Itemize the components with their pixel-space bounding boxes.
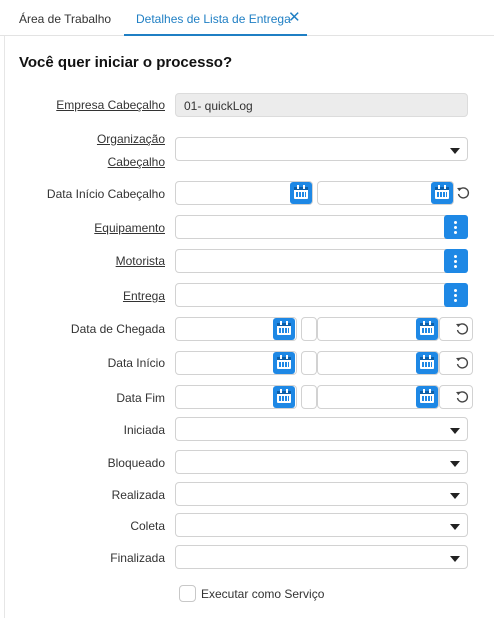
bloqueado-label: Bloqueado <box>107 456 165 470</box>
more-vertical-icon[interactable] <box>444 215 468 239</box>
data-inicio-cabecalho-label: Data Início Cabeçalho <box>46 187 165 201</box>
tab-label: Detalhes de Lista de Entrega <box>136 12 291 26</box>
data-fim-label: Data Fim <box>116 391 165 405</box>
motorista-field[interactable] <box>175 249 468 273</box>
finalizada-select[interactable] <box>175 545 468 569</box>
calendar-icon[interactable] <box>416 352 438 374</box>
chevron-down-icon <box>450 148 460 154</box>
calendar-icon[interactable] <box>273 318 295 340</box>
empresa-cabecalho-label[interactable]: Empresa Cabeçalho <box>56 98 165 112</box>
data-fim-separator <box>301 385 317 409</box>
finalizada-label: Finalizada <box>110 551 165 565</box>
data-inicio-separator <box>301 351 317 375</box>
motorista-label[interactable]: Motorista <box>116 254 165 268</box>
chevron-down-icon <box>450 461 460 467</box>
tab-detalhes-lista-entrega[interactable]: Detalhes de Lista de Entrega ✕ <box>124 0 307 36</box>
reset-icon[interactable] <box>455 390 469 404</box>
chevron-down-icon <box>450 556 460 562</box>
bloqueado-select[interactable] <box>175 450 468 474</box>
equipamento-field[interactable] <box>175 215 468 239</box>
calendar-icon[interactable] <box>290 182 312 204</box>
coleta-select[interactable] <box>175 513 468 537</box>
calendar-icon[interactable] <box>273 352 295 374</box>
equipamento-label[interactable]: Equipamento <box>94 221 165 235</box>
empresa-cabecalho-value: 01- quickLog <box>184 99 253 113</box>
tab-bar: Área de Trabalho Detalhes de Lista de En… <box>0 0 494 36</box>
realizada-select[interactable] <box>175 482 468 506</box>
more-vertical-icon[interactable] <box>444 283 468 307</box>
realizada-label: Realizada <box>111 488 165 502</box>
calendar-icon[interactable] <box>416 386 438 408</box>
reset-icon[interactable] <box>456 186 470 200</box>
more-vertical-icon[interactable] <box>444 249 468 273</box>
dialog-title: Você quer iniciar o processo? <box>19 54 233 71</box>
organizacao-cabecalho-label-line1[interactable]: Organização <box>97 132 165 146</box>
organizacao-cabecalho-select[interactable] <box>175 137 468 161</box>
executar-como-servico-label[interactable]: Executar como Serviço <box>201 587 324 601</box>
calendar-icon[interactable] <box>273 386 295 408</box>
reset-icon[interactable] <box>455 356 469 370</box>
close-icon[interactable]: ✕ <box>288 0 301 37</box>
organizacao-cabecalho-label-line2[interactable]: Cabeçalho <box>108 155 165 169</box>
data-chegada-label: Data de Chegada <box>70 322 165 336</box>
chevron-down-icon <box>450 428 460 434</box>
chevron-down-icon <box>450 493 460 499</box>
entrega-label[interactable]: Entrega <box>123 289 165 303</box>
tab-area-de-trabalho[interactable]: Área de Trabalho <box>19 0 111 36</box>
calendar-icon[interactable] <box>431 182 453 204</box>
panel-border <box>4 36 5 618</box>
executar-como-servico-checkbox[interactable] <box>179 585 196 602</box>
empresa-cabecalho-field: 01- quickLog <box>175 93 468 117</box>
reset-icon[interactable] <box>455 322 469 336</box>
iniciada-select[interactable] <box>175 417 468 441</box>
data-inicio-label: Data Início <box>107 356 165 370</box>
data-chegada-separator <box>301 317 317 341</box>
entrega-field[interactable] <box>175 283 468 307</box>
calendar-icon[interactable] <box>416 318 438 340</box>
coleta-label: Coleta <box>130 519 165 533</box>
iniciada-label: Iniciada <box>123 423 165 437</box>
chevron-down-icon <box>450 524 460 530</box>
